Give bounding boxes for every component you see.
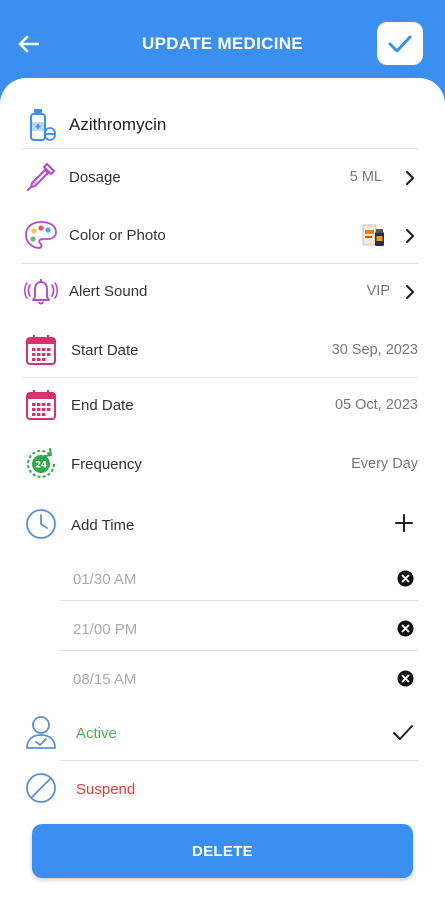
- remove-time-button[interactable]: [396, 669, 414, 687]
- medicine-name: Azithromycin: [69, 115, 167, 134]
- suspend-label: Suspend: [76, 781, 136, 798]
- end-date-value: 05 Oct, 2023: [334, 397, 418, 413]
- close-circle-icon: [397, 670, 413, 686]
- svg-text:24: 24: [35, 461, 47, 471]
- chevron-right-icon: [402, 284, 418, 300]
- time-value: 08/15 AM: [73, 671, 137, 688]
- add-time-button[interactable]: [393, 512, 415, 534]
- color-photo-row[interactable]: Color or Photo: [0, 216, 445, 256]
- active-label: Active: [76, 725, 117, 742]
- start-date-row[interactable]: Start Date 30 Sep, 2023: [0, 331, 445, 371]
- clock-icon: [24, 507, 58, 541]
- close-circle-icon: [397, 620, 413, 636]
- medicine-bottle-icon: [24, 108, 58, 142]
- calendar-icon: [24, 388, 58, 422]
- color-photo-label: Color or Photo: [69, 227, 166, 244]
- app-header: UPDATE MEDICINE: [0, 0, 445, 90]
- divider: [60, 650, 418, 651]
- alert-sound-row[interactable]: Alert Sound VIP: [0, 272, 445, 312]
- delete-button[interactable]: DELETE: [32, 824, 413, 878]
- end-date-label: End Date: [71, 397, 134, 414]
- time-item[interactable]: 21/00 PM: [0, 610, 445, 650]
- status-active-row[interactable]: Active: [0, 712, 445, 754]
- frequency-label: Frequency: [71, 456, 142, 473]
- form-sheet: Azithromycin Dosage 5 ML Color or Photo …: [0, 78, 445, 900]
- end-date-row[interactable]: End Date 05 Oct, 2023: [0, 386, 445, 426]
- remove-time-button[interactable]: [396, 619, 414, 637]
- time-item[interactable]: 01/30 AM: [0, 560, 445, 600]
- save-button[interactable]: [377, 22, 423, 65]
- start-date-value: 30 Sep, 2023: [331, 342, 418, 358]
- dropper-icon: [24, 160, 58, 194]
- frequency-row[interactable]: 24 Frequency Every Day: [0, 445, 445, 485]
- chevron-right-icon: [402, 228, 418, 244]
- divider: [22, 263, 418, 264]
- divider: [60, 760, 418, 761]
- add-time-row: Add Time: [0, 505, 445, 545]
- dosage-value: 5 ML: [349, 169, 382, 185]
- divider: [60, 600, 418, 601]
- user-check-icon: [24, 715, 58, 749]
- remove-time-button[interactable]: [396, 569, 414, 587]
- time-item[interactable]: 08/15 AM: [0, 660, 445, 700]
- selected-checkmark: [392, 724, 414, 742]
- check-icon: [393, 725, 413, 740]
- plus-icon: [395, 514, 413, 532]
- divider: [22, 148, 418, 149]
- chevron-right-icon: [402, 170, 418, 186]
- block-icon: [24, 771, 58, 805]
- medicine-name-row[interactable]: Azithromycin: [0, 104, 445, 148]
- start-date-label: Start Date: [71, 342, 139, 359]
- add-time-label: Add Time: [71, 517, 135, 534]
- alert-sound-label: Alert Sound: [69, 283, 148, 300]
- repeat-24h-icon: 24: [24, 447, 58, 481]
- medicine-box-icon: [362, 224, 384, 246]
- dosage-row[interactable]: Dosage 5 ML: [0, 158, 445, 198]
- palette-icon: [24, 218, 58, 252]
- dosage-label: Dosage: [69, 169, 121, 186]
- medicine-photo-thumbnail[interactable]: [362, 222, 386, 248]
- calendar-icon: [24, 333, 58, 367]
- time-value: 01/30 AM: [73, 571, 137, 588]
- checkmark-icon: [388, 35, 412, 52]
- alert-sound-value: VIP: [366, 283, 390, 299]
- frequency-value: Every Day: [351, 456, 418, 472]
- divider: [22, 377, 418, 378]
- close-circle-icon: [397, 570, 413, 586]
- time-value: 21/00 PM: [73, 621, 138, 638]
- status-suspend-row[interactable]: Suspend: [0, 768, 445, 808]
- bell-icon: [24, 274, 58, 308]
